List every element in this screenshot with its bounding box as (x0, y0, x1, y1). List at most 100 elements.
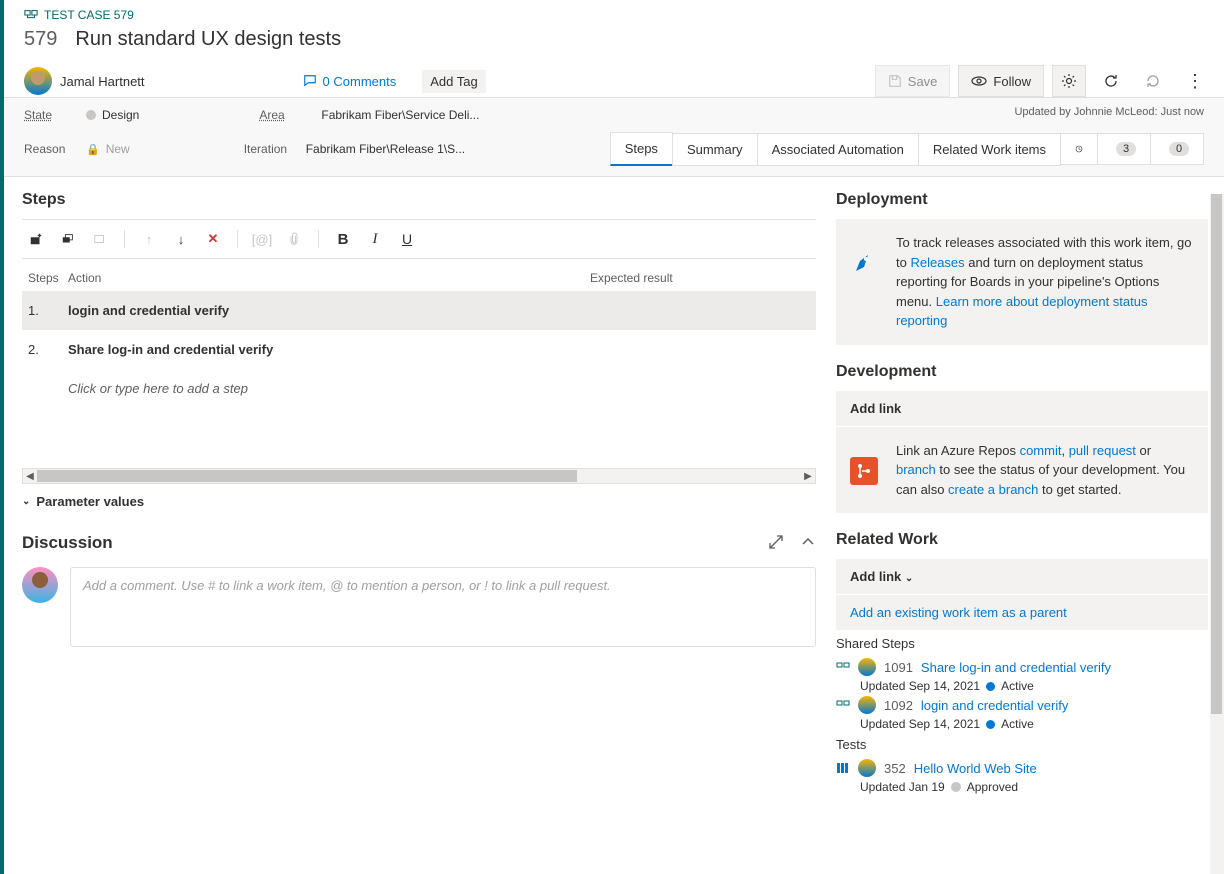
steps-title: Steps (22, 191, 816, 209)
step-row[interactable]: 2. Share log-in and credential verify (22, 330, 816, 369)
avatar (858, 759, 876, 777)
related-id: 1091 (884, 660, 913, 675)
related-id: 1092 (884, 698, 913, 713)
param-button: [@] (254, 231, 270, 247)
undo-button[interactable] (1136, 65, 1170, 97)
expand-icon[interactable] (768, 534, 784, 553)
tab-links[interactable]: 3 (1097, 133, 1151, 165)
related-title[interactable]: Hello World Web Site (914, 761, 1037, 776)
work-item-type: TEST CASE 579 (24, 8, 1204, 22)
deployment-title: Deployment (836, 191, 1208, 209)
test-case-icon (24, 8, 38, 22)
assignee-name: Jamal Hartnett (60, 74, 145, 89)
tab-related[interactable]: Related Work items (918, 133, 1061, 166)
development-title: Development (836, 363, 1208, 381)
step-row[interactable]: 1. login and credential verify (22, 291, 816, 330)
italic-button[interactable]: I (367, 231, 383, 247)
scroll-right-icon[interactable]: ▶ (801, 469, 815, 483)
tab-attachments[interactable]: 0 (1150, 133, 1204, 165)
tab-automation[interactable]: Associated Automation (757, 133, 919, 166)
development-info: Link an Azure Repos commit, pull request… (836, 427, 1208, 514)
gear-icon (1061, 73, 1077, 89)
move-down-button[interactable]: ↓ (173, 231, 189, 247)
scroll-thumb[interactable] (1211, 194, 1222, 714)
user-avatar (22, 567, 58, 603)
underline-button[interactable]: U (399, 231, 415, 247)
save-button: Save (875, 65, 951, 97)
shared-step-icon (836, 698, 850, 712)
scroll-thumb[interactable] (37, 470, 577, 482)
parameter-values-toggle[interactable]: ⌄Parameter values (22, 494, 816, 509)
tab-steps[interactable]: Steps (610, 132, 673, 166)
undo-icon (1145, 73, 1161, 89)
save-icon (888, 74, 902, 88)
horizontal-scrollbar[interactable]: ◀ ▶ (22, 468, 816, 484)
branch-link[interactable]: branch (896, 462, 936, 477)
related-item[interactable]: 352 Hello World Web Site (836, 756, 1208, 780)
more-button[interactable]: ⋮ (1178, 65, 1212, 97)
circle-icon (986, 720, 995, 729)
dev-add-link[interactable]: Add link (836, 391, 1208, 426)
circle-icon (951, 782, 961, 792)
avatar (858, 658, 876, 676)
rel-add-link[interactable]: Add link ⌄ (836, 559, 1208, 594)
chevron-down-icon: ⌄ (22, 496, 30, 507)
assignee[interactable]: Jamal Hartnett (24, 67, 145, 95)
delete-step-button[interactable]: ✕ (205, 231, 221, 247)
circle-icon (86, 110, 96, 120)
rocket-icon (850, 249, 878, 277)
iteration-value[interactable]: Fabrikam Fiber\Release 1\S... (306, 142, 465, 156)
add-step-placeholder[interactable]: Click or type here to add a step (22, 369, 816, 408)
collapse-icon[interactable] (800, 534, 816, 553)
add-step-button[interactable] (28, 231, 44, 247)
create-branch-link[interactable]: create a branch (948, 482, 1038, 497)
related-item[interactable]: 1091 Share log-in and credential verify (836, 655, 1208, 679)
work-item-type-label: TEST CASE 579 (44, 8, 134, 22)
state-value[interactable]: Design (86, 108, 139, 122)
shared-step-icon (836, 660, 850, 674)
col-steps: Steps (28, 271, 68, 285)
related-title[interactable]: login and credential verify (921, 698, 1068, 713)
move-up-button: ↑ (141, 231, 157, 247)
add-parent-link[interactable]: Add an existing work item as a parent (850, 605, 1067, 620)
add-tag-button[interactable]: Add Tag (422, 70, 485, 93)
comment-input[interactable]: Add a comment. Use # to link a work item… (70, 567, 816, 647)
col-expected: Expected result (590, 271, 810, 285)
tab-history[interactable] (1060, 133, 1098, 165)
vertical-scrollbar[interactable] (1210, 194, 1224, 874)
step-action[interactable]: Share log-in and credential verify (68, 342, 810, 357)
refresh-icon (1103, 73, 1119, 89)
area-label: Area (259, 108, 307, 122)
comments-link[interactable]: 0 Comments (303, 74, 397, 89)
shared-steps-label: Shared Steps (836, 636, 1208, 651)
scroll-left-icon[interactable]: ◀ (23, 469, 37, 483)
iteration-label: Iteration (244, 142, 292, 156)
steps-toolbar: ↑ ↓ ✕ [@] B I U (22, 219, 816, 259)
commit-link[interactable]: commit (1020, 443, 1062, 458)
work-item-id: 579 (24, 28, 57, 51)
chevron-down-icon: ⌄ (905, 573, 913, 584)
comments-count: 0 Comments (323, 74, 397, 89)
releases-link[interactable]: Releases (910, 255, 964, 270)
related-title[interactable]: Share log-in and credential verify (921, 660, 1111, 675)
related-id: 352 (884, 761, 906, 776)
refresh-button[interactable] (1094, 65, 1128, 97)
pull-request-link[interactable]: pull request (1069, 443, 1136, 458)
related-work-title: Related Work (836, 531, 1208, 549)
tab-summary[interactable]: Summary (672, 133, 758, 166)
updated-by: Updated by Johnnie McLeod: Just now (1014, 106, 1204, 118)
avatar (24, 67, 52, 95)
related-item[interactable]: 1092 login and credential verify (836, 693, 1208, 717)
work-item-title[interactable]: Run standard UX design tests (75, 28, 341, 51)
settings-button[interactable] (1052, 65, 1086, 97)
git-icon (850, 457, 878, 485)
add-shared-step-button[interactable] (60, 231, 76, 247)
follow-button[interactable]: Follow (958, 65, 1044, 97)
bold-button[interactable]: B (335, 231, 351, 247)
step-action[interactable]: login and credential verify (68, 303, 810, 318)
lock-icon: 🔒 (86, 143, 100, 156)
eye-icon (971, 73, 987, 89)
area-value[interactable]: Fabrikam Fiber\Service Deli... (321, 108, 479, 122)
attach-step-button (286, 231, 302, 247)
reason-value[interactable]: 🔒New (86, 142, 130, 156)
